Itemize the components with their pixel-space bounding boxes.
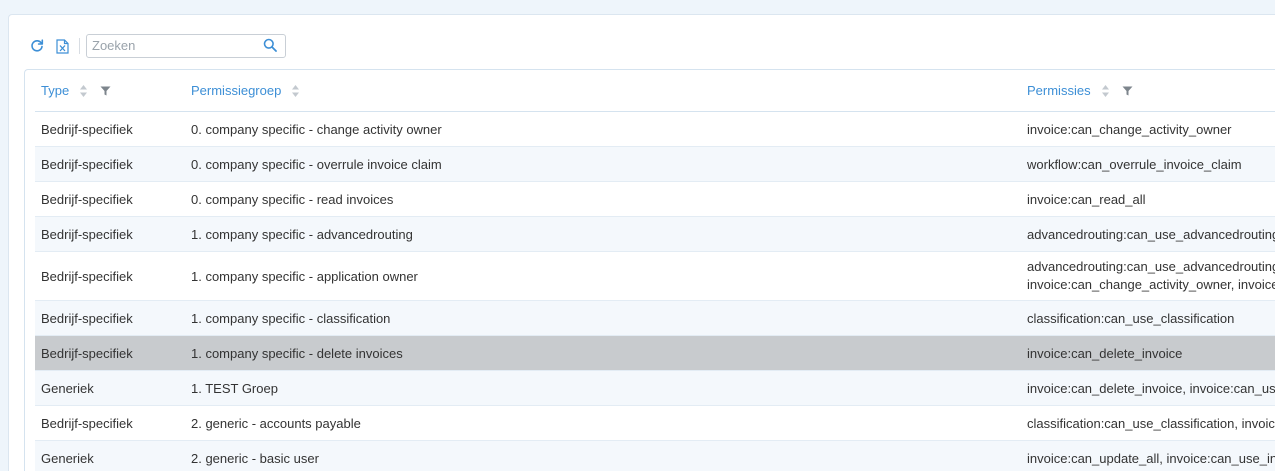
cell-permissions: classification:can_use_classification, i… bbox=[1027, 406, 1275, 440]
cell-type: Bedrijf-specifiek bbox=[41, 121, 133, 137]
permission-text: invoice:can_change_activity_owner bbox=[1027, 121, 1232, 137]
table-row[interactable]: Generiek 1. TEST Groep invoice:can_delete_… bbox=[35, 371, 1275, 406]
cell-type: Bedrijf-specifiek bbox=[41, 345, 133, 361]
sort-icon[interactable] bbox=[291, 84, 300, 98]
cell-type: Bedrijf-specifiek bbox=[41, 226, 133, 242]
table-row[interactable]: Generiek 2. generic - basic user invoice:c… bbox=[35, 441, 1275, 471]
cell-permissions: invoice:can_update_all, invoice:can_use_… bbox=[1027, 441, 1275, 471]
cell-type: Generiek bbox=[41, 380, 94, 396]
sort-icon[interactable] bbox=[79, 84, 88, 98]
search-input[interactable] bbox=[87, 35, 252, 55]
permission-text: advancedrouting:can_use_advancedrouting, bbox=[1027, 259, 1275, 274]
cell-permission-group: 1. TEST Groep bbox=[191, 380, 278, 396]
permission-text: invoice:can_read_all bbox=[1027, 191, 1146, 207]
cell-permission-group: 2. generic - accounts payable bbox=[191, 415, 361, 431]
filter-icon[interactable] bbox=[100, 86, 111, 96]
column-header-label[interactable]: Permissiegroep bbox=[191, 83, 281, 98]
cell-permission-group: 1. company specific - classification bbox=[191, 310, 391, 326]
table-row[interactable]: Bedrijf-specifiek 0. company specific - c… bbox=[35, 112, 1275, 147]
search-box bbox=[86, 34, 286, 58]
permission-text: invoice:can_delete_invoice, invoice:can_… bbox=[1027, 380, 1275, 396]
column-header-permissies[interactable]: Permissies bbox=[1027, 70, 1133, 111]
cell-permissions: invoice:can_delete_invoice bbox=[1027, 336, 1182, 370]
permission-text: invoice:can_update_all, invoice:can_use_… bbox=[1027, 450, 1275, 466]
cell-type: Bedrijf-specifiek bbox=[41, 310, 133, 326]
cell-type: Generiek bbox=[41, 450, 94, 466]
permission-text: invoice:can_delete_invoice bbox=[1027, 345, 1183, 361]
grid-header: Type Permissiegroep Permissies bbox=[35, 70, 1275, 112]
cell-permissions: invoice:can_read_all bbox=[1027, 182, 1146, 216]
column-header-label[interactable]: Type bbox=[41, 83, 69, 98]
excel-export-icon[interactable] bbox=[54, 38, 70, 54]
grid-toolbar bbox=[29, 34, 286, 58]
cell-permission-group: 2. generic - basic user bbox=[191, 450, 319, 466]
main-panel: Type Permissiegroep Permissies Bedrijf-spe… bbox=[8, 14, 1275, 471]
cell-permission-group: 1. company specific - application owner bbox=[191, 268, 418, 284]
permission-text: workflow:can_overrule_invoice_claim bbox=[1027, 156, 1242, 172]
refresh-icon[interactable] bbox=[29, 38, 45, 54]
permission-text: invoice:can_change_activity_owner, invoi… bbox=[1027, 277, 1275, 292]
filter-icon[interactable] bbox=[1122, 86, 1133, 96]
cell-permissions: classification:can_use_classification bbox=[1027, 301, 1234, 335]
column-header-permissiegroep[interactable]: Permissiegroep bbox=[191, 70, 300, 111]
cell-type: Bedrijf-specifiek bbox=[41, 156, 133, 172]
table-row[interactable]: Bedrijf-specifiek 0. company specific - r… bbox=[35, 182, 1275, 217]
table-row[interactable]: Bedrijf-specifiek 2. generic - accounts p… bbox=[35, 406, 1275, 441]
cell-permission-group: 1. company specific - advancedrouting bbox=[191, 226, 413, 242]
permission-text: classification:can_use_classification, i… bbox=[1027, 415, 1275, 431]
cell-type: Bedrijf-specifiek bbox=[41, 191, 133, 207]
permissions-grid: Type Permissiegroep Permissies Bedrijf-spe… bbox=[24, 69, 1275, 471]
permission-text: classification:can_use_classification bbox=[1027, 310, 1235, 326]
cell-permissions: workflow:can_overrule_invoice_claim bbox=[1027, 147, 1242, 181]
sort-icon[interactable] bbox=[1101, 84, 1110, 98]
table-row[interactable]: Bedrijf-specifiek 1. company specific - d… bbox=[35, 336, 1275, 371]
permission-text: advancedrouting:can_use_advancedrouting bbox=[1027, 226, 1275, 242]
cell-permission-group: 1. company specific - delete invoices bbox=[191, 345, 403, 361]
table-row[interactable]: Bedrijf-specifiek 1. company specific - a… bbox=[35, 252, 1275, 301]
cell-permission-group: 0. company specific - read invoices bbox=[191, 191, 394, 207]
cell-permissions: invoice:can_change_activity_owner bbox=[1027, 112, 1232, 146]
cell-type: Bedrijf-specifiek bbox=[41, 415, 133, 431]
column-header-type[interactable]: Type bbox=[41, 70, 111, 111]
table-row[interactable]: Bedrijf-specifiek 0. company specific - o… bbox=[35, 147, 1275, 182]
cell-type: Bedrijf-specifiek bbox=[41, 268, 133, 284]
table-row[interactable]: Bedrijf-specifiek 1. company specific - c… bbox=[35, 301, 1275, 336]
cell-permissions: invoice:can_delete_invoice, invoice:can_… bbox=[1027, 371, 1275, 405]
table-row[interactable]: Bedrijf-specifiek 1. company specific - a… bbox=[35, 217, 1275, 252]
cell-permission-group: 0. company specific - change activity ow… bbox=[191, 121, 442, 137]
cell-permissions: advancedrouting:can_use_advancedrouting,… bbox=[1027, 252, 1275, 300]
column-header-label[interactable]: Permissies bbox=[1027, 83, 1091, 98]
search-icon[interactable] bbox=[263, 38, 277, 55]
cell-permissions: advancedrouting:can_use_advancedrouting bbox=[1027, 217, 1275, 251]
toolbar-divider bbox=[79, 38, 80, 54]
cell-permission-group: 0. company specific - overrule invoice c… bbox=[191, 156, 442, 172]
